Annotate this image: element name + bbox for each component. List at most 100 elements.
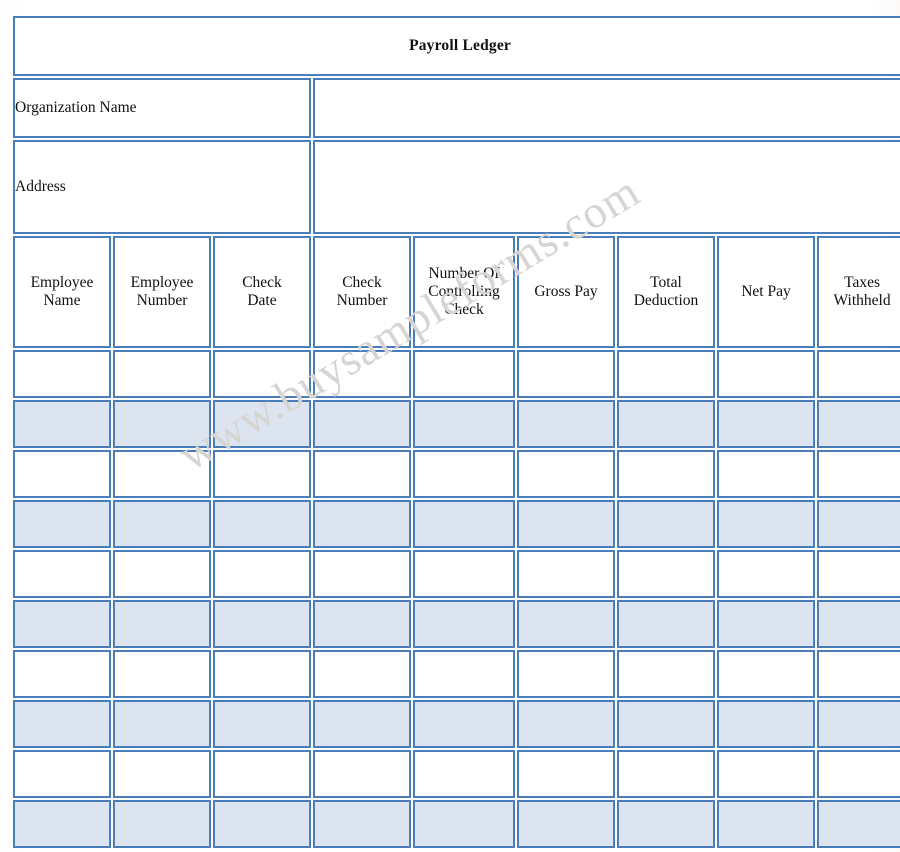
table-cell[interactable] — [413, 450, 515, 498]
header-line: Net Pay — [741, 283, 791, 301]
table-cell[interactable] — [517, 600, 615, 648]
table-cell[interactable] — [517, 700, 615, 748]
table-cell[interactable] — [313, 600, 411, 648]
table-cell[interactable] — [817, 600, 900, 648]
table-cell[interactable] — [13, 550, 111, 598]
column-header-gross-pay: Gross Pay — [517, 236, 615, 348]
table-cell[interactable] — [313, 450, 411, 498]
table-cell[interactable] — [517, 800, 615, 848]
table-cell[interactable] — [313, 700, 411, 748]
table-cell[interactable] — [13, 500, 111, 548]
table-cell[interactable] — [113, 400, 211, 448]
table-cell[interactable] — [717, 650, 815, 698]
table-cell[interactable] — [313, 400, 411, 448]
table-cell[interactable] — [113, 500, 211, 548]
table-cell[interactable] — [313, 500, 411, 548]
table-cell[interactable] — [617, 400, 715, 448]
table-cell[interactable] — [113, 800, 211, 848]
table-cell[interactable] — [13, 350, 111, 398]
table-cell[interactable] — [13, 600, 111, 648]
table-cell[interactable] — [213, 700, 311, 748]
table-cell[interactable] — [817, 700, 900, 748]
table-cell[interactable] — [617, 750, 715, 798]
table-cell[interactable] — [617, 800, 715, 848]
table-cell[interactable] — [13, 650, 111, 698]
table-cell[interactable] — [817, 450, 900, 498]
table-cell[interactable] — [817, 800, 900, 848]
table-cell[interactable] — [313, 550, 411, 598]
table-cell[interactable] — [717, 350, 815, 398]
table-cell[interactable] — [617, 450, 715, 498]
table-cell[interactable] — [413, 600, 515, 648]
table-cell[interactable] — [413, 500, 515, 548]
table-cell[interactable] — [413, 350, 515, 398]
table-cell[interactable] — [113, 350, 211, 398]
table-cell[interactable] — [717, 450, 815, 498]
table-cell[interactable] — [313, 350, 411, 398]
table-cell[interactable] — [213, 650, 311, 698]
table-cell[interactable] — [817, 400, 900, 448]
table-cell[interactable] — [817, 500, 900, 548]
organization-name-input[interactable] — [313, 78, 900, 138]
table-cell[interactable] — [517, 750, 615, 798]
payroll-ledger-form: Payroll Ledger Organization Name Address… — [11, 14, 900, 848]
table-cell[interactable] — [717, 400, 815, 448]
table-cell[interactable] — [817, 750, 900, 798]
table-cell[interactable] — [413, 750, 515, 798]
table-cell[interactable] — [113, 600, 211, 648]
table-row — [13, 750, 900, 798]
table-cell[interactable] — [313, 750, 411, 798]
table-cell[interactable] — [817, 350, 900, 398]
table-cell[interactable] — [13, 450, 111, 498]
table-cell[interactable] — [213, 750, 311, 798]
table-cell[interactable] — [413, 800, 515, 848]
table-cell[interactable] — [617, 550, 715, 598]
table-cell[interactable] — [213, 800, 311, 848]
table-cell[interactable] — [413, 650, 515, 698]
table-cell[interactable] — [313, 650, 411, 698]
table-cell[interactable] — [517, 550, 615, 598]
table-cell[interactable] — [617, 650, 715, 698]
table-cell[interactable] — [113, 450, 211, 498]
table-cell[interactable] — [717, 500, 815, 548]
table-cell[interactable] — [213, 450, 311, 498]
title-row: Payroll Ledger — [13, 16, 900, 76]
table-cell[interactable] — [213, 550, 311, 598]
table-cell[interactable] — [717, 550, 815, 598]
table-cell[interactable] — [617, 500, 715, 548]
table-cell[interactable] — [517, 450, 615, 498]
table-cell[interactable] — [717, 600, 815, 648]
table-cell[interactable] — [717, 750, 815, 798]
table-cell[interactable] — [617, 700, 715, 748]
table-cell[interactable] — [13, 750, 111, 798]
table-cell[interactable] — [413, 550, 515, 598]
table-cell[interactable] — [213, 400, 311, 448]
table-cell[interactable] — [113, 550, 211, 598]
table-cell[interactable] — [413, 400, 515, 448]
table-cell[interactable] — [13, 800, 111, 848]
table-cell[interactable] — [517, 500, 615, 548]
table-cell[interactable] — [113, 650, 211, 698]
table-cell[interactable] — [413, 700, 515, 748]
table-cell[interactable] — [617, 600, 715, 648]
table-cell[interactable] — [113, 700, 211, 748]
table-cell[interactable] — [717, 700, 815, 748]
table-cell[interactable] — [213, 350, 311, 398]
table-cell[interactable] — [517, 400, 615, 448]
table-cell[interactable] — [213, 500, 311, 548]
table-cell[interactable] — [13, 700, 111, 748]
header-line: Date — [247, 292, 277, 309]
header-line: Number Of — [428, 265, 500, 283]
table-cell[interactable] — [717, 800, 815, 848]
table-cell[interactable] — [517, 350, 615, 398]
table-cell[interactable] — [817, 550, 900, 598]
table-cell[interactable] — [113, 750, 211, 798]
table-row — [13, 350, 900, 398]
table-cell[interactable] — [313, 800, 411, 848]
table-cell[interactable] — [213, 600, 311, 648]
table-cell[interactable] — [617, 350, 715, 398]
table-cell[interactable] — [817, 650, 900, 698]
table-cell[interactable] — [517, 650, 615, 698]
table-cell[interactable] — [13, 400, 111, 448]
address-input[interactable] — [313, 140, 900, 234]
